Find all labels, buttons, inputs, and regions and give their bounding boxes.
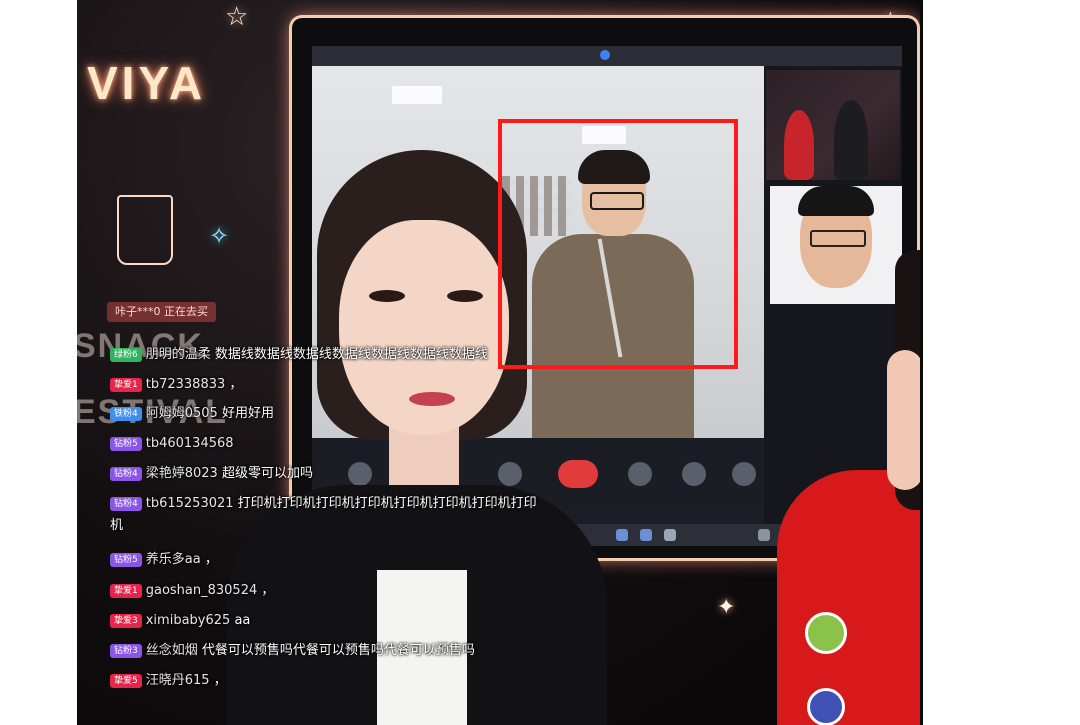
mini-participant	[834, 100, 868, 180]
comment-text: 数据线数据线数据线数据线数据线数据线数据线	[214, 347, 488, 362]
neon-sign: VIYA	[87, 57, 207, 109]
more-icon[interactable]	[732, 462, 756, 486]
comment-item: 钻粉3 丝念如烟 代餐可以预售吗代餐可以预售吗代餐可以预售吗	[110, 641, 475, 661]
comment-text: ，	[213, 673, 227, 688]
comment-user[interactable]: tb72338833	[146, 377, 226, 392]
fan-level-badge: 钻粉5	[110, 552, 142, 567]
chat-icon[interactable]	[682, 462, 706, 486]
comment-text: ，	[204, 552, 218, 567]
enter-notice: 咔子***0 正在去买	[107, 302, 216, 322]
co-host-arm	[887, 350, 923, 490]
comment-text: 机	[110, 518, 124, 533]
taskbar-tray-icon[interactable]	[758, 529, 770, 541]
fan-level-badge: 钻粉3	[110, 643, 142, 658]
mini-participant	[784, 110, 814, 180]
host-eye	[369, 290, 405, 302]
host-lips	[409, 392, 455, 406]
comment-user[interactable]: tb615253021	[146, 496, 234, 511]
highlight-box	[498, 119, 738, 369]
comment-user[interactable]: 汪晓丹615	[146, 673, 210, 688]
participants-icon[interactable]	[628, 462, 652, 486]
co-host-person	[777, 250, 923, 725]
comment-user[interactable]: 梁艳婷8023	[146, 466, 218, 481]
comment-item: 钻粉5 tb460134568	[110, 434, 234, 454]
frame-edge	[920, 0, 923, 725]
comment-item: 挚爱5 汪晓丹615 ，	[110, 671, 227, 691]
comment-user[interactable]: gaoshan_830524	[146, 583, 258, 598]
fan-level-badge: 挚爱1	[110, 583, 142, 598]
comment-text: 代餐可以预售吗代餐可以预售吗代餐可以预售吗	[201, 643, 475, 658]
comment-user[interactable]: tb460134568	[146, 436, 234, 451]
comment-user[interactable]: 阿姆姆0505	[146, 406, 218, 421]
comment-text: 打印机打印机打印机打印机打印机打印机打印机打印	[237, 496, 537, 511]
taskbar-app-icon[interactable]	[664, 529, 676, 541]
comment-item-continued: 机	[110, 516, 123, 536]
participant-tile-face[interactable]	[770, 186, 902, 304]
host-eye	[447, 290, 483, 302]
meeting-app-icon	[600, 50, 610, 60]
fan-level-badge: 挚爱5	[110, 673, 142, 688]
sparkle-decoration-icon: ✦	[717, 595, 736, 620]
fan-level-badge: 钻粉4	[110, 496, 142, 511]
fan-level-badge: 钻粉4	[110, 466, 142, 481]
comment-item: 铁粉4 阿姆姆0505 好用好用	[110, 404, 274, 424]
comment-item: 挚爱1 tb72338833 ，	[110, 375, 242, 395]
comment-text: aa	[234, 613, 251, 628]
comment-text: 超级零可以加吗	[221, 466, 313, 481]
ceiling-light	[392, 86, 442, 104]
fan-level-badge: 挚爱3	[110, 613, 142, 628]
taskbar-app-icon[interactable]	[616, 529, 628, 541]
fan-level-badge: 绿粉6	[110, 347, 142, 362]
comment-item: 钻粉5 养乐多aa ，	[110, 550, 218, 570]
comment-item: 钻粉4 tb615253021 打印机打印机打印机打印机打印机打印机打印机打印	[110, 494, 537, 514]
meeting-title-bar	[312, 46, 902, 66]
clothing-badge-icon	[807, 688, 845, 725]
comment-item: 挚爱1 gaoshan_830524 ，	[110, 581, 274, 601]
comment-item: 绿粉6 朋明的温柔 数据线数据线数据线数据线数据线数据线数据线	[110, 345, 488, 365]
comment-user[interactable]: ximibaby625	[146, 613, 231, 628]
comment-item: 钻粉4 梁艳婷8023 超级零可以加吗	[110, 464, 313, 484]
participant-glasses	[810, 230, 866, 247]
fries-neon-icon	[117, 195, 173, 265]
star-decoration-icon: ☆	[225, 2, 249, 32]
fan-level-badge: 钻粉5	[110, 436, 142, 451]
comment-text: ，	[229, 377, 243, 392]
comment-user[interactable]: 养乐多aa	[146, 552, 201, 567]
taskbar-app-icon[interactable]	[640, 529, 652, 541]
comment-text: ，	[261, 583, 275, 598]
fan-level-badge: 挚爱1	[110, 377, 142, 392]
participant-hair	[798, 186, 874, 216]
comment-user[interactable]: 朋明的温柔	[146, 347, 211, 362]
clothing-badge-icon	[805, 612, 847, 654]
comment-item: 挚爱3 ximibaby625 aa	[110, 611, 250, 631]
comment-text: 好用好用	[221, 406, 274, 421]
fan-level-badge: 铁粉4	[110, 406, 142, 421]
comment-user[interactable]: 丝念如烟	[146, 643, 198, 658]
participant-tile-studio[interactable]	[766, 70, 900, 180]
